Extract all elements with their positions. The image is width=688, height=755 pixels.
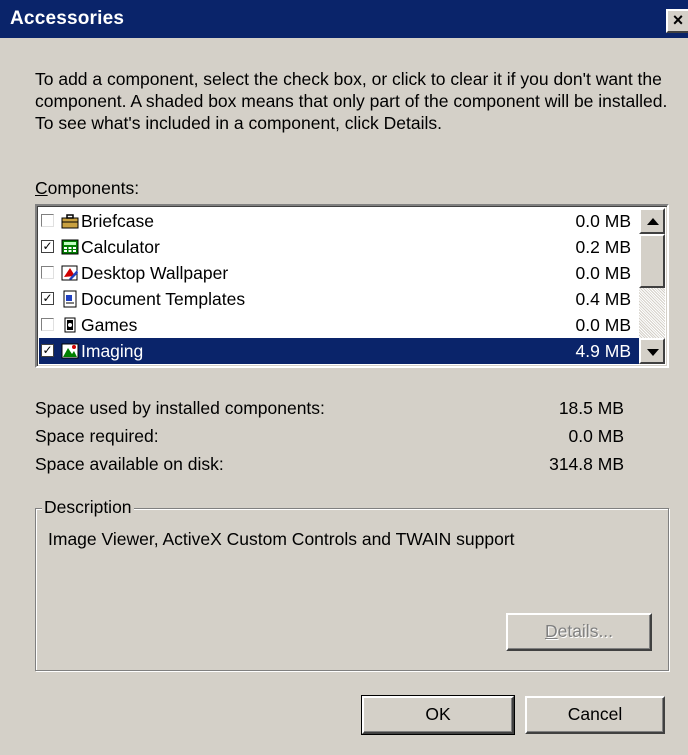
cancel-button[interactable]: Cancel — [525, 696, 665, 734]
list-scrollbar[interactable] — [639, 208, 665, 364]
calculator-icon — [61, 239, 79, 255]
item-name: Desktop Wallpaper — [81, 263, 229, 283]
checkbox-calculator[interactable]: ✓ — [41, 240, 54, 253]
item-name: Calculator — [81, 237, 160, 257]
scroll-up-button[interactable] — [639, 208, 665, 234]
title-bar[interactable]: Accessories × — [0, 0, 688, 38]
close-button[interactable]: × — [666, 9, 688, 33]
details-label: etails... — [557, 621, 614, 641]
item-name: Imaging — [81, 341, 144, 361]
games-icon — [64, 317, 76, 333]
components-list-items: Briefcase 0.0 MB ✓ Calculator 0.2 MB Des… — [39, 208, 641, 364]
ok-button[interactable]: OK — [361, 695, 515, 735]
item-size: 0.0 MB — [575, 315, 631, 335]
components-label-rest: omponents: — [47, 178, 140, 198]
scroll-thumb[interactable] — [639, 234, 665, 288]
list-item-calculator[interactable]: ✓ Calculator 0.2 MB — [39, 234, 641, 260]
checkbox-document-templates[interactable]: ✓ — [41, 292, 54, 305]
details-button[interactable]: Details... — [506, 613, 652, 651]
briefcase-icon — [61, 214, 79, 229]
arrow-down-icon — [647, 349, 659, 356]
list-item-games[interactable]: Games 0.0 MB — [39, 312, 641, 338]
description-text: Image Viewer, ActiveX Custom Controls an… — [48, 529, 515, 549]
checkbox-desktop-wallpaper[interactable] — [41, 266, 54, 279]
components-list[interactable]: Briefcase 0.0 MB ✓ Calculator 0.2 MB Des… — [35, 204, 669, 368]
space-used-label: Space used by installed components: — [35, 398, 325, 418]
item-name: Games — [81, 315, 138, 335]
checkbox-briefcase[interactable] — [41, 214, 54, 227]
checkbox-imaging[interactable]: ✓ — [41, 344, 54, 357]
item-size: 0.2 MB — [575, 237, 631, 257]
space-required-label: Space required: — [35, 426, 159, 446]
arrow-up-icon — [647, 218, 659, 225]
checkbox-games[interactable] — [41, 318, 54, 331]
document-icon — [63, 290, 77, 308]
item-size: 0.0 MB — [575, 263, 631, 283]
instructions-text: To add a component, select the check box… — [35, 69, 668, 133]
item-size: 4.9 MB — [575, 341, 631, 361]
components-label-accel: C — [35, 178, 48, 198]
item-name: Briefcase — [81, 211, 154, 231]
components-label: Components: — [35, 178, 139, 199]
item-size: 0.0 MB — [575, 211, 631, 231]
item-name: Document Templates — [81, 289, 246, 309]
details-accel: D — [544, 621, 558, 641]
wallpaper-icon — [61, 265, 78, 281]
imaging-icon — [61, 343, 79, 359]
space-used-value: 18.5 MB — [558, 398, 624, 418]
scroll-down-button[interactable] — [639, 338, 665, 364]
list-item-imaging[interactable]: ✓ Imaging 4.9 MB — [39, 338, 641, 364]
window-title: Accessories — [10, 8, 125, 29]
list-item-desktop-wallpaper[interactable]: Desktop Wallpaper 0.0 MB — [39, 260, 641, 286]
accessories-dialog: Accessories × To add a component, select… — [0, 0, 688, 755]
item-size: 0.4 MB — [575, 289, 631, 309]
description-title: Description — [42, 497, 134, 518]
list-item-document-templates[interactable]: ✓ Document Templates 0.4 MB — [39, 286, 641, 312]
space-required-value: 0.0 MB — [568, 426, 624, 446]
space-available-label: Space available on disk: — [35, 454, 224, 474]
list-item-briefcase[interactable]: Briefcase 0.0 MB — [39, 208, 641, 234]
description-group: Description Image Viewer, ActiveX Custom… — [35, 497, 669, 671]
space-available-value: 314.8 MB — [549, 454, 624, 474]
